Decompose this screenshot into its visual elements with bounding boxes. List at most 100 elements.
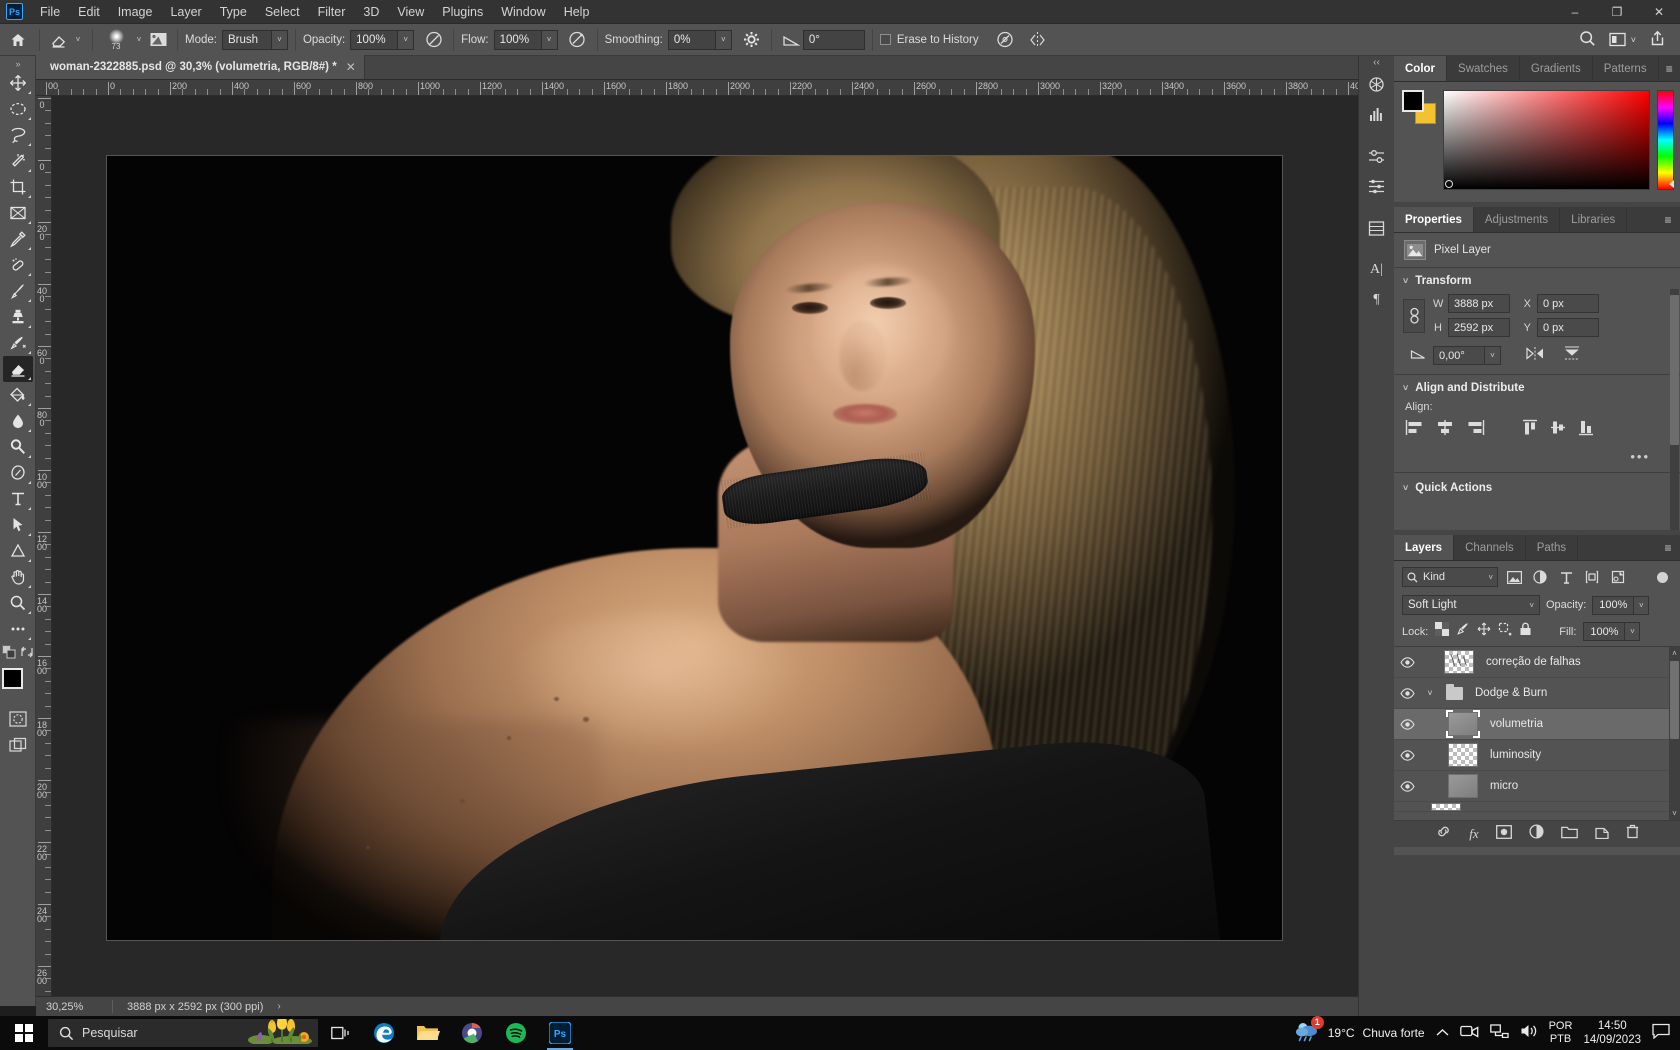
- color-picker-field[interactable]: [1443, 90, 1650, 190]
- search-icon[interactable]: [1579, 30, 1596, 50]
- properties-scrollbar-thumb[interactable]: [1670, 295, 1679, 445]
- share-icon[interactable]: [1649, 30, 1666, 50]
- preset-picker-caret-icon[interactable]: ˅: [71, 30, 85, 50]
- foreground-color-swatch[interactable]: [1, 668, 23, 689]
- x-input[interactable]: 0 px: [1537, 294, 1599, 313]
- quick-actions-section-header[interactable]: ˅ Quick Actions: [1394, 473, 1680, 499]
- menu-window[interactable]: Window: [492, 2, 554, 22]
- menu-view[interactable]: View: [388, 2, 433, 22]
- tab-properties[interactable]: Properties: [1394, 207, 1474, 232]
- brush-angle-icon[interactable]: [779, 28, 803, 52]
- chevron-down-icon[interactable]: ˅: [1529, 601, 1534, 610]
- filter-shape-layers-icon[interactable]: [1582, 567, 1602, 587]
- flow-value[interactable]: 100%: [493, 29, 542, 50]
- menu-layer[interactable]: Layer: [161, 2, 210, 22]
- vertical-ruler[interactable]: 0 0 200 400 600 800 1000 1200 1400 1600 1800 2000 22…: [36, 96, 52, 996]
- chevron-down-icon[interactable]: ˅: [1403, 383, 1408, 393]
- panel-menu-icon[interactable]: ≡: [1656, 535, 1680, 560]
- transform-section-header[interactable]: ˅ Transform: [1394, 268, 1680, 292]
- layer-thumbnail[interactable]: [1444, 650, 1474, 674]
- tray-network-icon[interactable]: [1489, 1023, 1509, 1043]
- panel-menu-icon[interactable]: ≡: [1659, 56, 1680, 81]
- brush-picker-caret-icon[interactable]: ˅: [132, 30, 146, 50]
- menu-filter[interactable]: Filter: [309, 2, 355, 22]
- home-icon[interactable]: [10, 32, 26, 48]
- align-section-header[interactable]: ˅ Align and Distribute: [1394, 375, 1680, 399]
- flip-vertical-icon[interactable]: [1563, 345, 1581, 366]
- smoothing-value[interactable]: 0%: [667, 29, 716, 50]
- tool-shape-polygon[interactable]: [3, 538, 33, 564]
- layer-row[interactable]: micro: [1394, 771, 1680, 802]
- tab-swatches[interactable]: Swatches: [1447, 56, 1520, 81]
- layers-scrollbar[interactable]: ˄ ˅: [1669, 647, 1680, 820]
- tool-path-selection[interactable]: [3, 512, 33, 538]
- rotation-angle-input[interactable]: 0,00°: [1433, 346, 1485, 365]
- angle-value[interactable]: 0°: [802, 29, 865, 50]
- taskbar-app-photoshop[interactable]: Ps: [538, 1016, 582, 1050]
- layer-row[interactable]: correção de falhas: [1394, 647, 1680, 678]
- brush-size-preview[interactable]: 73: [101, 28, 131, 51]
- opacity-caret-icon[interactable]: ˅: [398, 29, 415, 50]
- layer-row[interactable]: volumetria: [1394, 709, 1680, 740]
- new-group-icon[interactable]: [1560, 825, 1578, 844]
- quick-mask-toggle[interactable]: [3, 706, 33, 732]
- tool-history-brush[interactable]: [3, 330, 33, 356]
- filter-toggle-switch[interactable]: [1657, 571, 1668, 583]
- rotation-angle-caret-icon[interactable]: ˅: [1485, 346, 1501, 365]
- layer-thumbnail[interactable]: [1431, 802, 1461, 811]
- opacity-value[interactable]: 100%: [350, 29, 399, 50]
- tool-type[interactable]: [3, 486, 33, 512]
- tool-move[interactable]: [3, 70, 33, 96]
- scroll-down-icon[interactable]: ˅: [1670, 808, 1679, 819]
- tray-meet-now-icon[interactable]: [1459, 1023, 1479, 1043]
- color-panel-foreground-swatch[interactable]: [1402, 90, 1424, 112]
- eye-icon[interactable]: [1399, 718, 1416, 730]
- color-panel-swatches[interactable]: [1402, 90, 1436, 124]
- rail-icon-color-wheel[interactable]: [1362, 70, 1392, 98]
- canvas-area[interactable]: [52, 96, 1394, 996]
- layer-fill-value[interactable]: 100%: [1583, 622, 1626, 641]
- menu-plugins[interactable]: Plugins: [433, 2, 492, 22]
- taskbar-app-browser[interactable]: [450, 1016, 494, 1050]
- rail-icon-paragraph[interactable]: ¶: [1362, 286, 1392, 314]
- taskbar-app-explorer[interactable]: [406, 1016, 450, 1050]
- taskbar-weather-widget[interactable]: 1 19°C Chuva forte: [1294, 1015, 1425, 1047]
- link-layers-icon[interactable]: [1435, 824, 1452, 844]
- layer-thumbnail[interactable]: [1446, 710, 1480, 738]
- width-input[interactable]: 3888 px: [1448, 294, 1510, 313]
- tab-adjustments[interactable]: Adjustments: [1474, 207, 1561, 232]
- layer-thumbnail[interactable]: [1448, 743, 1478, 767]
- chevron-down-icon[interactable]: ˅: [1488, 573, 1493, 582]
- taskbar-language-indicator[interactable]: POR PTB: [1549, 1020, 1573, 1046]
- rail-icon-character[interactable]: A|: [1362, 256, 1392, 284]
- layer-thumbnail[interactable]: [1448, 774, 1478, 798]
- lock-image-pixels-icon[interactable]: [1456, 622, 1470, 641]
- tool-lasso[interactable]: [3, 122, 33, 148]
- tool-eraser[interactable]: [2, 356, 33, 382]
- flow-caret-icon[interactable]: ˅: [541, 29, 558, 50]
- filter-adjustment-layers-icon[interactable]: [1530, 567, 1550, 587]
- layer-filter-kind-select[interactable]: Kind ˅: [1402, 567, 1498, 587]
- layers-list[interactable]: correção de falhas ˅ Dodge & Burn volumetri…: [1394, 646, 1680, 821]
- panel-menu-icon[interactable]: ≡: [1656, 207, 1680, 232]
- tool-elliptical-marquee[interactable]: [3, 96, 33, 122]
- tab-paths[interactable]: Paths: [1526, 535, 1579, 560]
- eye-icon[interactable]: [1399, 656, 1416, 668]
- add-layer-mask-icon[interactable]: [1495, 824, 1512, 844]
- opacity-pressure-icon[interactable]: [422, 28, 446, 52]
- rail-icon-adjustments[interactable]: [1362, 142, 1392, 170]
- align-bottom-icon[interactable]: [1577, 419, 1595, 441]
- tool-pen[interactable]: [3, 460, 33, 486]
- new-adjustment-layer-icon[interactable]: [1529, 824, 1544, 844]
- tool-eyedropper[interactable]: [3, 226, 33, 252]
- close-button[interactable]: ✕: [1638, 0, 1680, 24]
- layers-scrollbar-thumb[interactable]: [1670, 661, 1679, 739]
- align-top-icon[interactable]: [1521, 419, 1539, 441]
- tray-expand-icon[interactable]: [1436, 1024, 1449, 1042]
- eye-icon[interactable]: [1399, 749, 1416, 761]
- tray-volume-icon[interactable]: [1520, 1023, 1538, 1044]
- tool-crop[interactable]: [3, 174, 33, 200]
- tool-dodge[interactable]: [3, 434, 33, 460]
- taskbar-clock[interactable]: 14:50 14/09/2023: [1583, 1019, 1641, 1047]
- filter-type-layers-icon[interactable]: [1556, 567, 1576, 587]
